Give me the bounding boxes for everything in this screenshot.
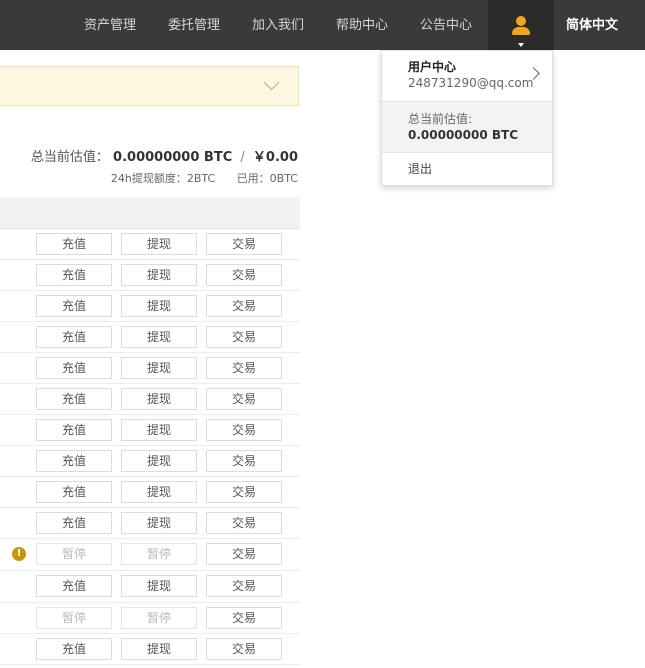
- withdraw-button[interactable]: 提现: [121, 419, 197, 441]
- trade-button[interactable]: 交易: [206, 233, 282, 255]
- table-row: 充值 提现 交易: [0, 291, 300, 322]
- deposit-button[interactable]: 充值: [36, 481, 112, 503]
- table-row: 充值 提现 交易: [0, 260, 300, 291]
- table-header: [0, 197, 300, 229]
- nav-item-announcements[interactable]: 公告中心: [420, 0, 472, 50]
- deposit-button[interactable]: 充值: [36, 326, 112, 348]
- trade-button[interactable]: 交易: [206, 388, 282, 410]
- trade-button[interactable]: 交易: [206, 419, 282, 441]
- user-menu-total-label: 总当前估值:: [408, 112, 473, 126]
- trade-button[interactable]: 交易: [206, 575, 282, 597]
- nav-item-join-us[interactable]: 加入我们: [252, 0, 304, 50]
- user-center-link[interactable]: 用户中心 248731290@qq.com: [382, 51, 552, 102]
- table-row: 充值 提现 交易: [0, 508, 300, 539]
- warning-icon: !: [12, 547, 26, 561]
- deposit-button[interactable]: 充值: [36, 233, 112, 255]
- table-row: 充值 提现 交易: [0, 446, 300, 477]
- table-row: 充值 提现 交易: [0, 477, 300, 508]
- table-row: 充值 提现 交易: [0, 415, 300, 446]
- deposit-suspended-button: 暂停: [36, 543, 112, 565]
- user-dropdown-menu: 用户中心 248731290@qq.com 总当前估值: 0.00000000 …: [381, 50, 553, 186]
- chevron-down-icon: [263, 74, 280, 91]
- user-icon-body: [512, 27, 530, 35]
- withdraw-button[interactable]: 提现: [121, 512, 197, 534]
- withdraw-button[interactable]: 提现: [121, 481, 197, 503]
- trade-button[interactable]: 交易: [206, 357, 282, 379]
- withdraw-limit-info: 24h提现额度：2BTC 已用：0BTC: [111, 170, 298, 186]
- deposit-button[interactable]: 充值: [36, 295, 112, 317]
- total-cny-value: ￥0.00: [252, 150, 298, 165]
- deposit-button[interactable]: 充值: [36, 388, 112, 410]
- deposit-button[interactable]: 充值: [36, 264, 112, 286]
- user-icon: [516, 16, 526, 26]
- trade-button[interactable]: 交易: [206, 264, 282, 286]
- table-row: 充值 提现 交易: [0, 384, 300, 415]
- language-switch[interactable]: 简体中文: [566, 0, 618, 50]
- withdraw-button[interactable]: 提现: [121, 233, 197, 255]
- trade-button[interactable]: 交易: [206, 481, 282, 503]
- nav-item-assets[interactable]: 资产管理: [84, 0, 136, 50]
- currency-select[interactable]: [0, 66, 299, 106]
- withdraw-button[interactable]: 提现: [121, 638, 197, 660]
- deposit-button[interactable]: 充值: [36, 638, 112, 660]
- withdraw-button[interactable]: 提现: [121, 575, 197, 597]
- nav-item-help[interactable]: 帮助中心: [336, 0, 388, 50]
- table-row: 充值 提现 交易: [0, 322, 300, 353]
- deposit-button[interactable]: 充值: [36, 575, 112, 597]
- withdraw-button[interactable]: 提现: [121, 326, 197, 348]
- withdraw-button[interactable]: 提现: [121, 295, 197, 317]
- withdraw-button[interactable]: 提现: [121, 388, 197, 410]
- withdraw-limit: 24h提现额度：2BTC: [110, 172, 216, 185]
- withdraw-used: 已用：0BTC: [236, 172, 298, 185]
- table-row: ! 暂停 暂停 交易: [0, 539, 300, 571]
- trade-button[interactable]: 交易: [206, 295, 282, 317]
- withdraw-suspended-button: 暂停: [121, 607, 197, 629]
- nav-item-orders[interactable]: 委托管理: [168, 0, 220, 50]
- trade-button[interactable]: 交易: [206, 543, 282, 565]
- trade-button[interactable]: 交易: [206, 512, 282, 534]
- total-estimate-label: 总当前估值：: [30, 150, 109, 165]
- user-menu-total-value: 0.00000000 BTC: [408, 128, 519, 142]
- deposit-button[interactable]: 充值: [36, 450, 112, 472]
- withdraw-suspended-button: 暂停: [121, 543, 197, 565]
- deposit-button[interactable]: 充值: [36, 419, 112, 441]
- total-separator: /: [240, 150, 245, 165]
- top-nav-bar: 资产管理 委托管理 加入我们 帮助中心 公告中心 简体中文: [0, 0, 645, 50]
- table-row: 充值 提现 交易: [0, 229, 300, 260]
- withdraw-button[interactable]: 提现: [121, 450, 197, 472]
- deposit-button[interactable]: 充值: [36, 357, 112, 379]
- trade-button[interactable]: 交易: [206, 638, 282, 660]
- trade-button[interactable]: 交易: [206, 450, 282, 472]
- table-row: 暂停 暂停 交易: [0, 603, 300, 634]
- table-row: 充值 提现 交易: [0, 634, 300, 665]
- deposit-button[interactable]: 充值: [36, 512, 112, 534]
- asset-table: 充值 提现 交易 充值 提现 交易 充值 提现 交易 充值 提现 交易 充值 提现 交易 充值 提现 交易 充值 提现…: [0, 229, 300, 665]
- total-btc-value: 0.00000000 BTC: [113, 150, 233, 165]
- trade-button[interactable]: 交易: [206, 326, 282, 348]
- table-row: 充值 提现 交易: [0, 353, 300, 384]
- trade-button[interactable]: 交易: [206, 607, 282, 629]
- withdraw-button[interactable]: 提现: [121, 264, 197, 286]
- total-estimate: 总当前估值： 0.00000000 BTC / ￥0.00: [31, 146, 298, 165]
- deposit-suspended-button: 暂停: [36, 607, 112, 629]
- logout-link[interactable]: 退出: [382, 153, 552, 185]
- withdraw-button[interactable]: 提现: [121, 357, 197, 379]
- table-row: 充值 提现 交易: [0, 571, 300, 603]
- caret-down-icon: [518, 43, 524, 47]
- user-menu-button[interactable]: [488, 0, 554, 50]
- user-menu-total: 总当前估值: 0.00000000 BTC: [382, 102, 552, 153]
